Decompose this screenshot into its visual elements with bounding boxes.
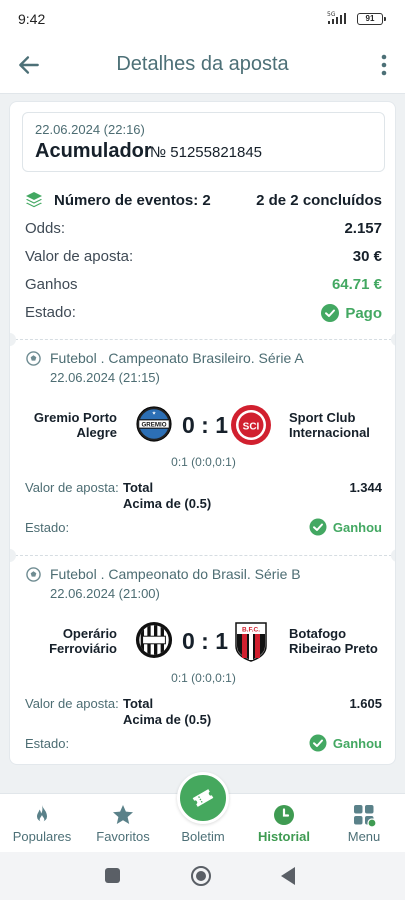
nav-favoritos[interactable]: Favoritos xyxy=(83,794,163,853)
nav-populares[interactable]: Populares xyxy=(2,794,82,853)
event-stake-label: Valor de aposta: xyxy=(25,696,119,711)
back-button[interactable] xyxy=(281,867,295,885)
nav-menu[interactable]: Menu xyxy=(324,794,404,853)
nav-favoritos-label: Favoritos xyxy=(96,829,150,844)
menu-grid-icon xyxy=(354,805,376,827)
svg-text:GREMIO: GREMIO xyxy=(142,421,167,428)
signal-icon: 5G xyxy=(327,11,346,24)
odds-value: 2.157 xyxy=(344,220,382,237)
battery-icon: 91 xyxy=(357,13,386,25)
nav-populares-label: Populares xyxy=(12,829,72,844)
event-status-label: Estado: xyxy=(25,736,70,751)
home-team: Gremio Porto Alegre xyxy=(33,410,117,440)
bet-type: Acumulador xyxy=(35,140,152,162)
divider xyxy=(10,549,395,562)
league-name: Futebol . Campeonato do Brasil. Série B xyxy=(50,566,301,582)
operario-logo xyxy=(135,621,173,659)
status-label: Estado: xyxy=(25,304,76,321)
internacional-logo: SCI xyxy=(231,405,271,445)
away-team: Sport Club Internacional xyxy=(289,410,370,440)
events-count-label: Número de eventos: 2 xyxy=(54,192,211,209)
svg-text:★: ★ xyxy=(152,411,156,417)
winnings-label: Ganhos xyxy=(25,276,78,293)
flame-icon xyxy=(37,805,47,822)
football-icon xyxy=(26,351,41,366)
odds-label: Odds: xyxy=(25,220,66,237)
event-odd: 1.605 xyxy=(349,696,382,711)
system-nav-bar xyxy=(0,852,405,900)
gremio-logo: GREMIO ★ xyxy=(136,406,172,442)
check-circle-icon xyxy=(321,304,340,322)
page-title: Detalhes da aposta xyxy=(116,53,289,75)
stake-label: Valor de aposta: xyxy=(25,248,134,265)
star-icon xyxy=(113,805,133,824)
clock-icon xyxy=(274,805,294,825)
event-date: 22.06.2024 (21:00) xyxy=(50,586,160,601)
events-count-row: Número de eventos: 2 2 de 2 concluídos xyxy=(25,192,382,212)
svg-text:B.F.C.: B.F.C. xyxy=(242,627,260,634)
score-detail: 0:1 (0:0,0:1) xyxy=(171,455,236,469)
match-score: 0 : 1 xyxy=(182,628,229,654)
winnings-value: 64.71 € xyxy=(331,276,382,293)
network-label: 5G xyxy=(327,11,336,18)
bet-header: 22.06.2024 (22:16) Acumulador № 51255821… xyxy=(22,112,385,172)
bet-details-card: 22.06.2024 (22:16) Acumulador № 51255821… xyxy=(9,101,396,765)
stake-row: Valor de aposta: 30 € xyxy=(25,248,382,268)
nav-menu-label: Menu xyxy=(347,829,381,844)
market-name: Total xyxy=(123,696,154,711)
status-time: 9:42 xyxy=(18,11,46,27)
status-text: Pago xyxy=(345,305,382,322)
winnings-row: Ganhos 64.71 € xyxy=(25,276,382,296)
match-score: 0 : 1 xyxy=(182,412,229,438)
event-status-label: Estado: xyxy=(25,520,70,535)
event-stake-label: Valor de aposta: xyxy=(25,480,119,495)
status-bar: 9:42 5G 91 xyxy=(0,0,405,36)
betslip-button[interactable] xyxy=(177,772,229,824)
bet-number: № 51255821845 xyxy=(150,144,263,161)
divider xyxy=(10,333,395,346)
event-status: Ganhou xyxy=(309,518,382,536)
market-name: Total xyxy=(123,480,154,495)
check-circle-icon xyxy=(309,734,327,752)
events-completed: 2 de 2 concluídos xyxy=(256,192,382,209)
status-value: Pago xyxy=(321,304,382,322)
away-team: Botafogo Ribeirao Preto xyxy=(289,626,378,656)
football-icon xyxy=(26,567,41,582)
event-date: 22.06.2024 (21:15) xyxy=(50,370,160,385)
odds-row: Odds: 2.157 xyxy=(25,220,382,240)
bet-date: 22.06.2024 (22:16) xyxy=(35,122,145,137)
nav-historial-label: Historial xyxy=(257,829,310,844)
botafogo-sp-logo: B.F.C. xyxy=(235,622,267,662)
recents-button[interactable] xyxy=(105,868,120,883)
ticket-icon xyxy=(192,789,214,807)
check-circle-icon xyxy=(309,518,327,536)
event-status: Ganhou xyxy=(309,734,382,752)
stake-value: 30 € xyxy=(352,248,382,265)
event-odd: 1.344 xyxy=(349,480,382,495)
nav-historial[interactable]: Historial xyxy=(244,794,324,853)
more-options-icon[interactable] xyxy=(379,53,389,77)
selection: Acima de (0.5) xyxy=(123,496,212,511)
score-detail: 0:1 (0:0,0:1) xyxy=(171,671,236,685)
selection: Acima de (0.5) xyxy=(123,712,212,727)
svg-text:SCI: SCI xyxy=(243,422,260,433)
app-bar: Detalhes da aposta xyxy=(0,36,405,94)
league-name: Futebol . Campeonato Brasileiro. Série A xyxy=(50,350,304,366)
home-button[interactable] xyxy=(191,866,211,886)
home-team: Operário Ferroviário xyxy=(49,626,117,656)
status-row: Estado: Pago xyxy=(25,304,382,324)
nav-boletim-label: Boletim xyxy=(181,829,225,844)
